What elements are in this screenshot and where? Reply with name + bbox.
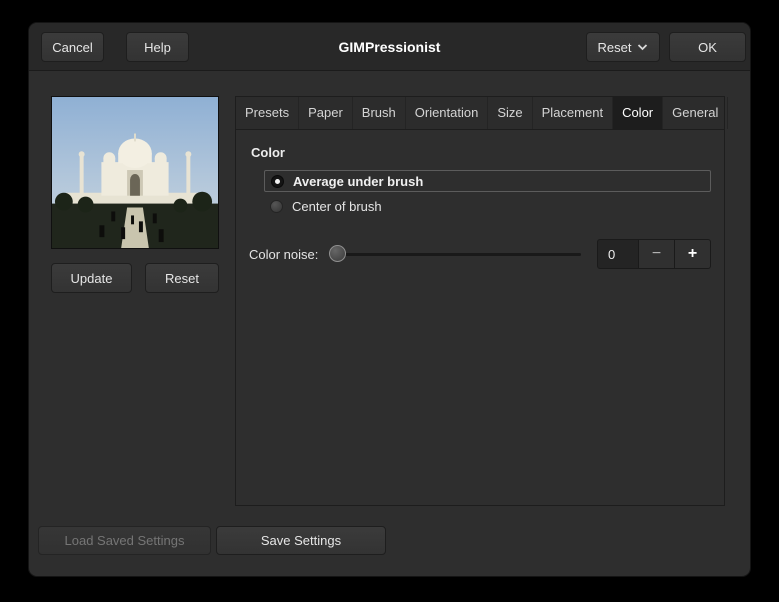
color-noise-input[interactable] [597, 239, 639, 269]
tab-general[interactable]: General [663, 97, 729, 129]
tab-orientation[interactable]: Orientation [406, 97, 489, 129]
tab-paper[interactable]: Paper [299, 97, 353, 129]
decrement-button[interactable]: − [639, 239, 675, 269]
help-button-label: Help [144, 39, 171, 55]
preview-reset-button[interactable]: Reset [145, 263, 219, 293]
save-settings-button[interactable]: Save Settings [216, 526, 386, 555]
color-noise-row: Color noise: − + [249, 239, 711, 269]
tab-bar: Presets Paper Brush Orientation Size Pla… [236, 97, 729, 130]
color-panel-heading: Color [251, 145, 285, 160]
color-noise-slider[interactable] [328, 239, 583, 269]
color-noise-spinbox: − + [597, 239, 711, 269]
reset-dropdown-button[interactable]: Reset [586, 32, 660, 62]
help-button[interactable]: Help [126, 32, 189, 62]
load-saved-settings-label: Load Saved Settings [64, 533, 185, 548]
header-bar: GIMPressionist Cancel Help Reset OK [29, 23, 750, 71]
radio-selected-icon [271, 174, 284, 188]
settings-notebook: Presets Paper Brush Orientation Size Pla… [235, 96, 729, 506]
update-button-label: Update [70, 270, 113, 286]
tab-size[interactable]: Size [488, 97, 533, 129]
save-settings-label: Save Settings [260, 533, 342, 548]
cancel-button-label: Cancel [52, 39, 93, 55]
reset-dropdown-label: Reset [597, 39, 632, 55]
slider-handle[interactable] [329, 245, 347, 262]
tab-presets[interactable]: Presets [236, 97, 300, 129]
taj-mahal-preview-graphic [52, 97, 218, 248]
ok-button-label: OK [698, 39, 717, 55]
color-panel: Color Average under brush Center of brus… [236, 130, 724, 269]
gimpressionist-dialog: GIMPressionist Cancel Help Reset OK Upda… [28, 22, 751, 577]
tab-brush[interactable]: Brush [353, 97, 406, 129]
radio-center-label: Center of brush [292, 198, 382, 214]
color-noise-label: Color noise: [249, 246, 319, 262]
load-saved-settings-button[interactable]: Load Saved Settings [38, 526, 211, 555]
cancel-button[interactable]: Cancel [41, 32, 104, 62]
plus-icon: + [687, 245, 698, 262]
preview-reset-label: Reset [165, 270, 199, 286]
preview-image [51, 96, 219, 249]
radio-unselected-icon [270, 199, 283, 213]
slider-track[interactable] [330, 253, 581, 256]
tab-color[interactable]: Color [613, 97, 664, 129]
chevron-down-icon [637, 43, 648, 51]
increment-button[interactable]: + [675, 239, 711, 269]
color-option-group: Average under brush Center of brush [264, 170, 711, 217]
radio-average-under-brush[interactable]: Average under brush [264, 170, 711, 192]
radio-center-of-brush[interactable]: Center of brush [264, 195, 711, 217]
minus-icon: − [651, 245, 662, 262]
update-button[interactable]: Update [51, 263, 132, 293]
tab-placement[interactable]: Placement [533, 97, 614, 129]
radio-average-label: Average under brush [293, 173, 424, 189]
ok-button[interactable]: OK [669, 32, 746, 62]
